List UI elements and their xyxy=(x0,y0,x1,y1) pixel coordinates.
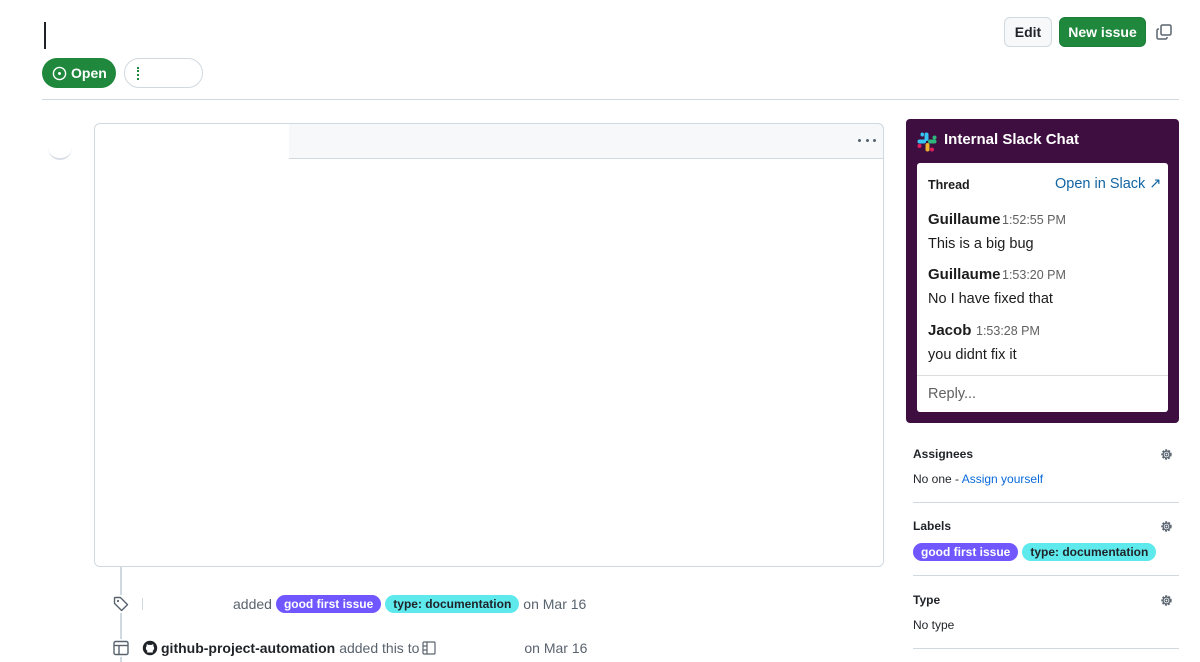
issue-state-label: Open xyxy=(71,65,107,81)
label-chip-good-first-issue[interactable]: good first issue xyxy=(913,543,1019,561)
issue-meta-pill xyxy=(124,58,203,88)
assignees-empty-text: No one - xyxy=(913,472,960,486)
sidebar-divider xyxy=(913,502,1179,503)
label-event-date[interactable]: on Mar 16 xyxy=(523,596,586,612)
message-text: No I have fixed that xyxy=(928,291,1053,307)
loading-mark xyxy=(137,67,139,80)
label-event-verb: added xyxy=(233,596,272,612)
slack-panel-title: Internal Slack Chat xyxy=(944,131,1080,148)
issue-opened-icon xyxy=(52,66,67,80)
label-chip-good-first-issue[interactable]: good first issue xyxy=(275,595,382,613)
timeline-project-event: github-project-automation added this to … xyxy=(142,638,587,658)
avatar xyxy=(48,148,72,160)
labels-list: good first issue type: documentation xyxy=(913,543,1157,561)
assign-yourself-link[interactable]: Assign yourself xyxy=(962,472,1043,486)
labels-gear-icon[interactable] xyxy=(1159,519,1174,534)
type-heading[interactable]: Type xyxy=(913,593,940,607)
message-author: Jacob xyxy=(928,322,972,339)
label-chip-type-documentation[interactable]: type: documentation xyxy=(1022,543,1157,561)
project-event-date[interactable]: on Mar 16 xyxy=(524,640,587,656)
table-icon xyxy=(112,639,130,657)
copy-icon[interactable] xyxy=(1155,23,1173,41)
timeline-label-event: added good first issue type: documentati… xyxy=(142,594,586,614)
message-author: Guillaume xyxy=(928,266,1001,283)
type-value: No type xyxy=(913,618,955,632)
title-text-cursor xyxy=(44,22,46,49)
message-text: This is a big bug xyxy=(928,236,1034,252)
message-text: you didnt fix it xyxy=(928,347,1017,363)
labels-heading[interactable]: Labels xyxy=(913,519,951,533)
slack-logo-icon xyxy=(917,132,937,152)
tag-icon xyxy=(112,595,130,613)
comment-options-icon[interactable] xyxy=(858,132,876,148)
assignees-gear-icon[interactable] xyxy=(1159,447,1174,462)
message-timestamp: 1:53:28 PM xyxy=(976,324,1040,338)
assignees-heading[interactable]: Assignees xyxy=(913,447,973,461)
label-chip-type-documentation[interactable]: type: documentation xyxy=(385,595,520,613)
sidebar-divider xyxy=(913,575,1179,576)
message-author: Guillaume xyxy=(928,211,1001,228)
edit-button[interactable]: Edit xyxy=(1004,17,1052,47)
reply-divider xyxy=(917,375,1168,376)
project-table-icon xyxy=(422,641,436,655)
comment-header xyxy=(289,123,884,159)
project-event-actor[interactable]: github-project-automation xyxy=(161,640,335,656)
open-in-slack-link[interactable]: Open in Slack ↗ xyxy=(1055,176,1161,192)
header-divider xyxy=(42,99,1179,100)
message-timestamp: 1:52:55 PM xyxy=(1002,213,1066,227)
new-issue-button[interactable]: New issue xyxy=(1059,17,1146,47)
message-timestamp: 1:53:20 PM xyxy=(1002,268,1066,282)
thread-label: Thread xyxy=(928,178,970,192)
slack-reply-input[interactable] xyxy=(920,378,1164,410)
github-mark-icon xyxy=(142,640,158,656)
assignees-value: No one - Assign yourself xyxy=(913,472,1043,486)
issue-state-badge: Open xyxy=(42,58,116,88)
actor-avatar-stub xyxy=(142,598,144,610)
type-gear-icon[interactable] xyxy=(1159,593,1174,608)
sidebar-divider xyxy=(913,648,1179,649)
project-event-verb: added this to xyxy=(339,640,420,656)
issue-body-comment xyxy=(94,123,884,567)
